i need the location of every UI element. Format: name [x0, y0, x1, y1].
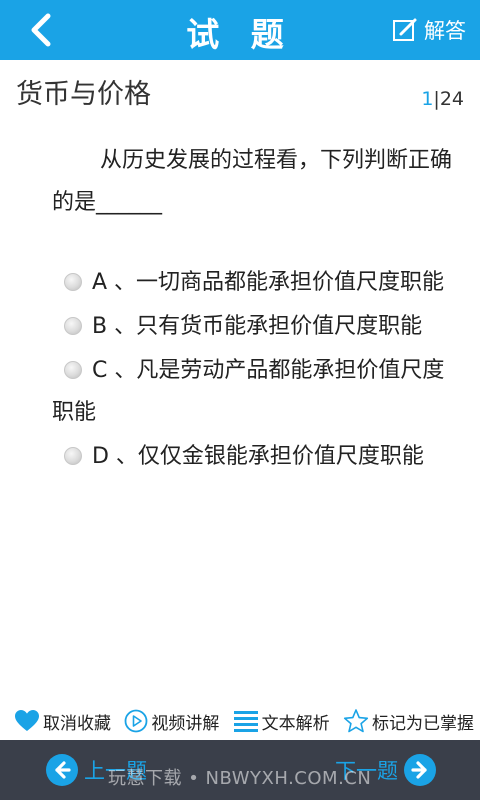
radio-icon[interactable] — [64, 317, 82, 335]
mark-mastered-label: 标记为已掌握 — [371, 713, 474, 734]
option-a[interactable]: A 、一切商品都能承担价值尺度职能 — [52, 262, 464, 304]
current-question-number: 1 — [421, 88, 434, 110]
mark-mastered-button[interactable]: 标记为已掌握 — [343, 708, 474, 734]
play-circle-icon — [124, 709, 148, 733]
cancel-favorite-button[interactable]: 取消收藏 — [14, 709, 111, 734]
edit-icon — [393, 18, 417, 41]
option-b[interactable]: B 、只有货币能承担价值尺度职能 — [52, 306, 464, 348]
radio-icon[interactable] — [64, 273, 82, 291]
answer-label: 解答 — [424, 19, 466, 43]
watermark-text: 玩慧下载 • NBWYXH.COM.CN — [108, 768, 372, 789]
heart-icon — [15, 710, 39, 731]
option-a-label: A 、一切商品都能承担价值尺度职能 — [92, 270, 445, 295]
radio-icon[interactable] — [64, 361, 82, 379]
cancel-favorite-label: 取消收藏 — [43, 713, 111, 734]
answer-button[interactable]: 解答 — [392, 14, 466, 46]
question-text: 从历史发展的过程看，下列判断正确的是______ — [52, 148, 453, 215]
video-explain-label: 视频讲解 — [151, 713, 220, 734]
text-analysis-button[interactable]: 文本解析 — [233, 709, 330, 734]
option-c-label: C 、凡是劳动产品都能承担价值尺度职能 — [52, 358, 445, 425]
option-d[interactable]: D 、仅仅金银能承担价值尺度职能 — [52, 436, 464, 478]
total-question-count: 24 — [439, 88, 464, 110]
radio-icon[interactable] — [64, 447, 82, 465]
option-c[interactable]: C 、凡是劳动产品都能承担价值尺度职能 — [52, 350, 464, 434]
star-icon — [343, 709, 369, 733]
text-analysis-label: 文本解析 — [261, 713, 330, 734]
list-icon — [233, 711, 258, 732]
question-counter: 1|24 — [421, 88, 464, 110]
arrow-right-icon — [404, 754, 436, 786]
chapter-title: 货币与价格 — [16, 79, 151, 110]
header-bar: 试 题 解答 — [0, 0, 480, 60]
arrow-left-icon — [46, 754, 78, 786]
option-d-label: D 、仅仅金银能承担价值尺度职能 — [92, 444, 424, 469]
option-list: A 、一切商品都能承担价值尺度职能 B 、只有货币能承担价值尺度职能 C 、凡是… — [52, 262, 464, 480]
video-explain-button[interactable]: 视频讲解 — [124, 709, 219, 734]
action-bar: 取消收藏 视频讲解 文本解析 标记为已掌握 — [0, 704, 480, 738]
option-b-label: B 、只有货币能承担价值尺度职能 — [92, 314, 423, 339]
